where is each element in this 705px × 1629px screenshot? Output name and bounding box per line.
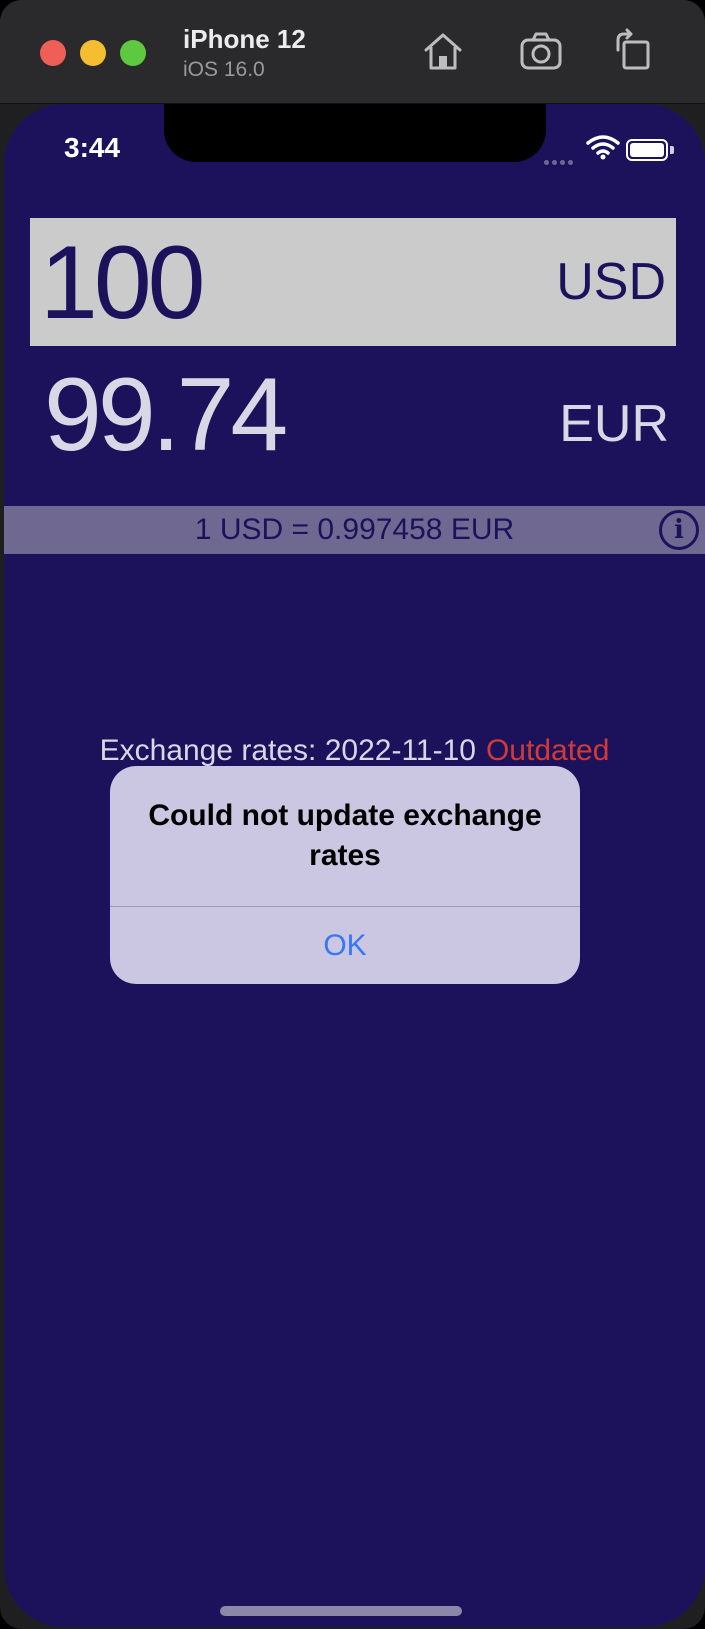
device-notch xyxy=(164,104,546,162)
screenshot-button[interactable] xyxy=(518,28,564,74)
home-icon xyxy=(424,33,462,70)
input-amount: 100 xyxy=(40,225,206,341)
exchange-rates-info: Exchange rates: 2022-11-10 Outdated xyxy=(4,734,705,768)
status-time: 3:44 xyxy=(64,132,121,163)
wifi-icon xyxy=(586,135,620,160)
alert-ok-button[interactable]: OK xyxy=(110,907,580,984)
home-indicator[interactable] xyxy=(220,1606,462,1616)
rate-bar: 1 USD = 0.997458 EUR i xyxy=(4,506,705,554)
input-currency-button[interactable]: USD xyxy=(556,252,666,312)
phone-screen: 3:44 100 USD 99.74 EUR 1 USD = 0.997458 … xyxy=(4,104,705,1627)
zoom-window-button[interactable] xyxy=(120,40,146,66)
rotate-button[interactable] xyxy=(610,28,656,74)
output-amount: 99.74 xyxy=(44,357,288,473)
simulator-window: iPhone 12 iOS 16.0 3:44 100 USD 99.74 EU… xyxy=(0,0,705,1629)
home-button[interactable] xyxy=(420,28,466,74)
error-alert: Could not update exchange rates OK xyxy=(110,766,580,984)
device-os-version: iOS 16.0 xyxy=(183,58,265,81)
rate-text: 1 USD = 0.997458 EUR xyxy=(194,513,515,546)
outdated-badge: Outdated xyxy=(485,734,610,767)
minimize-window-button[interactable] xyxy=(80,40,106,66)
screenshot-icon xyxy=(520,32,562,70)
simulator-titlebar: iPhone 12 iOS 16.0 xyxy=(0,0,705,104)
battery-cap xyxy=(670,146,674,154)
output-currency-button[interactable]: EUR xyxy=(559,394,669,454)
signal-icon xyxy=(544,152,576,170)
battery-icon xyxy=(626,139,668,161)
close-window-button[interactable] xyxy=(40,40,66,66)
device-name: iPhone 12 xyxy=(183,24,306,54)
exchange-rates-date: Exchange rates: 2022-11-10 xyxy=(99,734,476,767)
info-icon[interactable]: i xyxy=(659,510,699,550)
rotate-icon xyxy=(616,28,650,70)
input-amount-field[interactable]: 100 USD xyxy=(30,218,676,346)
alert-title: Could not update exchange rates xyxy=(148,799,542,872)
